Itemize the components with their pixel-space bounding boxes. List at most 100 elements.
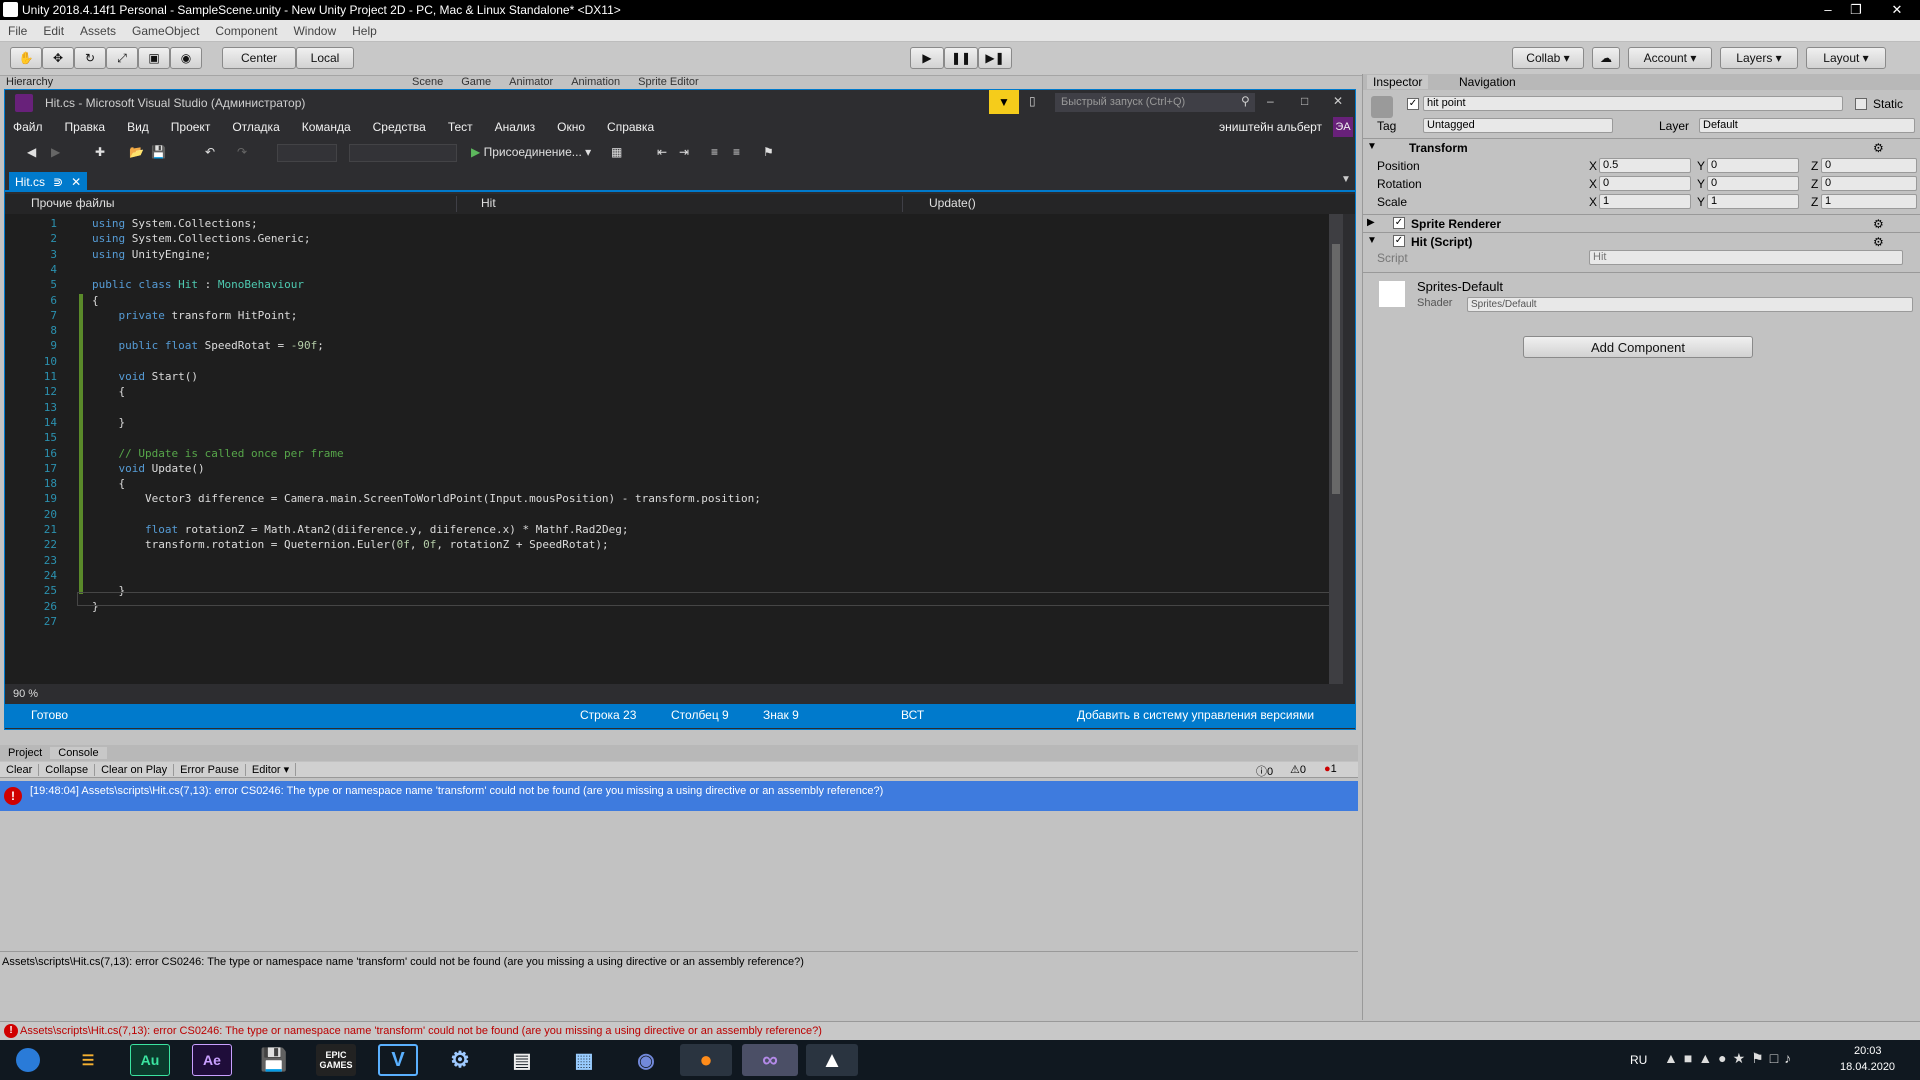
vegas-icon[interactable]: V: [378, 1044, 418, 1076]
audition-icon[interactable]: Au: [130, 1044, 170, 1076]
firefox-icon[interactable]: ●: [680, 1044, 732, 1076]
info-count-button[interactable]: ⓘ0: [1256, 763, 1273, 779]
save-icon[interactable]: 💾: [151, 145, 166, 159]
steam-icon[interactable]: ⚙: [440, 1044, 480, 1076]
collapse-arrow-icon[interactable]: ▶: [1367, 217, 1375, 228]
collapse-button[interactable]: Collapse: [39, 763, 96, 776]
layout-button[interactable]: Layout ▾: [1806, 47, 1886, 69]
vs-user-name[interactable]: эништейн альберт: [1219, 120, 1322, 134]
feedback-filter-icon[interactable]: ▼: [989, 90, 1019, 114]
layers-button[interactable]: Layers ▾: [1720, 47, 1798, 69]
tab-list-icon[interactable]: ▼: [1341, 174, 1351, 185]
position-x[interactable]: 0.5: [1599, 158, 1691, 173]
avatar[interactable]: ЭА: [1333, 117, 1353, 137]
rotation-y[interactable]: 0: [1707, 176, 1799, 191]
warning-count-button[interactable]: ⚠0: [1290, 763, 1306, 776]
tray-icons[interactable]: ▲■▲●★⚑□♪: [1664, 1050, 1797, 1067]
epic-games-icon[interactable]: EPIC GAMES: [316, 1044, 356, 1076]
close-tab-icon[interactable]: ✕: [71, 175, 81, 189]
vertical-scrollbar[interactable]: [1329, 214, 1343, 684]
vs-menu-edit[interactable]: Правка: [65, 120, 106, 134]
indent-icon[interactable]: ⇤: [657, 145, 667, 159]
image-viewer-icon[interactable]: ▦: [564, 1044, 604, 1076]
pause-button[interactable]: ❚❚: [944, 47, 978, 69]
collab-button[interactable]: Collab ▾: [1512, 47, 1584, 69]
shader-select[interactable]: Sprites/Default: [1467, 297, 1913, 312]
clear-on-play-button[interactable]: Clear on Play: [95, 763, 175, 776]
active-checkbox[interactable]: ✓: [1407, 98, 1419, 110]
vs-menu-help[interactable]: Справка: [607, 120, 654, 134]
new-project-icon[interactable]: ✚: [95, 145, 105, 159]
code-editor[interactable]: 1 using System.Collections; 2 using System.…: [5, 214, 1343, 684]
position-z[interactable]: 0: [1821, 158, 1917, 173]
cloud-icon[interactable]: ☁: [1592, 47, 1620, 69]
rect-tool-icon[interactable]: ▣: [138, 47, 170, 69]
menu-file[interactable]: File: [8, 24, 27, 38]
attach-button[interactable]: ▶ Присоединение... ▾: [471, 145, 591, 159]
expand-arrow-icon[interactable]: ▼: [1367, 235, 1377, 246]
platform-select[interactable]: [349, 144, 457, 162]
layer-select[interactable]: Default: [1699, 118, 1915, 133]
hierarchy-tab[interactable]: Hierarchy: [6, 76, 106, 90]
vs-menu-test[interactable]: Тест: [448, 120, 473, 134]
error-count-button[interactable]: ●1: [1324, 763, 1337, 775]
after-effects-icon[interactable]: Ae: [192, 1044, 232, 1076]
object-name-field[interactable]: hit point: [1423, 96, 1843, 111]
menu-window[interactable]: Window: [293, 24, 336, 38]
notepad-icon[interactable]: ▤: [502, 1044, 542, 1076]
nav-method-select[interactable]: Update(): [911, 196, 1351, 212]
open-icon[interactable]: 📂: [129, 145, 144, 159]
bookmark-icon[interactable]: ⚑: [763, 145, 774, 159]
sprite-renderer-header[interactable]: Sprite Renderer: [1411, 217, 1501, 231]
language-indicator[interactable]: RU: [1630, 1053, 1647, 1067]
editor-dropdown[interactable]: Editor ▾: [246, 763, 297, 776]
step-button[interactable]: ▶❚: [978, 47, 1012, 69]
config-select[interactable]: [277, 144, 337, 162]
scrollbar-thumb[interactable]: [1332, 244, 1340, 494]
vs-menu-analyze[interactable]: Анализ: [495, 120, 536, 134]
account-button[interactable]: Account ▾: [1628, 47, 1712, 69]
settings-gear-icon[interactable]: ⚙: [1873, 235, 1884, 249]
tab-game[interactable]: Game: [461, 76, 491, 88]
maximize-icon[interactable]: ❐: [1842, 0, 1870, 20]
tab-hit-cs[interactable]: Hit.cs ⋑ ✕: [9, 172, 87, 192]
pivot-local-button[interactable]: Local: [296, 47, 354, 69]
notification-icon[interactable]: ▯: [1029, 94, 1036, 108]
error-pause-button[interactable]: Error Pause: [174, 763, 246, 776]
breakpoint-icon[interactable]: ▦: [611, 145, 622, 159]
hand-tool-icon[interactable]: ✋: [10, 47, 42, 69]
pin-icon[interactable]: ⋑: [53, 175, 63, 189]
script-checkbox[interactable]: ✓: [1393, 235, 1405, 247]
settings-gear-icon[interactable]: ⚙: [1873, 141, 1884, 155]
clock-time[interactable]: 20:03: [1854, 1045, 1882, 1057]
nav-project-select[interactable]: Прочие файлы: [11, 196, 457, 212]
scale-tool-icon[interactable]: ⤢: [106, 47, 138, 69]
unity-taskbar-icon[interactable]: ▲: [806, 1044, 858, 1076]
comment-icon[interactable]: ≡: [711, 145, 718, 159]
menu-assets[interactable]: Assets: [80, 24, 116, 38]
expand-arrow-icon[interactable]: ▼: [1367, 141, 1377, 152]
vs-minimize-icon[interactable]: –: [1267, 94, 1274, 108]
back-icon[interactable]: ◀: [27, 145, 36, 159]
close-icon[interactable]: ✕: [1874, 0, 1920, 20]
tab-sprite-editor[interactable]: Sprite Editor: [638, 76, 699, 88]
position-y[interactable]: 0: [1707, 158, 1799, 173]
vs-close-icon[interactable]: ✕: [1333, 94, 1343, 108]
vs-menu-team[interactable]: Команда: [302, 120, 351, 134]
menu-gameobject[interactable]: GameObject: [132, 24, 199, 38]
scale-z[interactable]: 1: [1821, 194, 1917, 209]
search-icon[interactable]: ⚲: [1241, 94, 1250, 108]
vs-menu-file[interactable]: Файл: [13, 120, 43, 134]
discord-icon[interactable]: ◉: [626, 1044, 666, 1076]
zoom-select[interactable]: 90 %: [13, 688, 38, 700]
vs-menu-view[interactable]: Вид: [127, 120, 149, 134]
menu-help[interactable]: Help: [352, 24, 377, 38]
tab-console[interactable]: Console: [50, 747, 107, 759]
transform-tool-icon[interactable]: ◉: [170, 47, 202, 69]
add-component-button[interactable]: Add Component: [1523, 336, 1753, 358]
move-tool-icon[interactable]: ✥: [42, 47, 74, 69]
tab-inspector[interactable]: Inspector: [1367, 75, 1429, 89]
vs-menu-tools[interactable]: Средства: [373, 120, 426, 134]
vs-menu-debug[interactable]: Отладка: [232, 120, 279, 134]
scale-x[interactable]: 1: [1599, 194, 1691, 209]
